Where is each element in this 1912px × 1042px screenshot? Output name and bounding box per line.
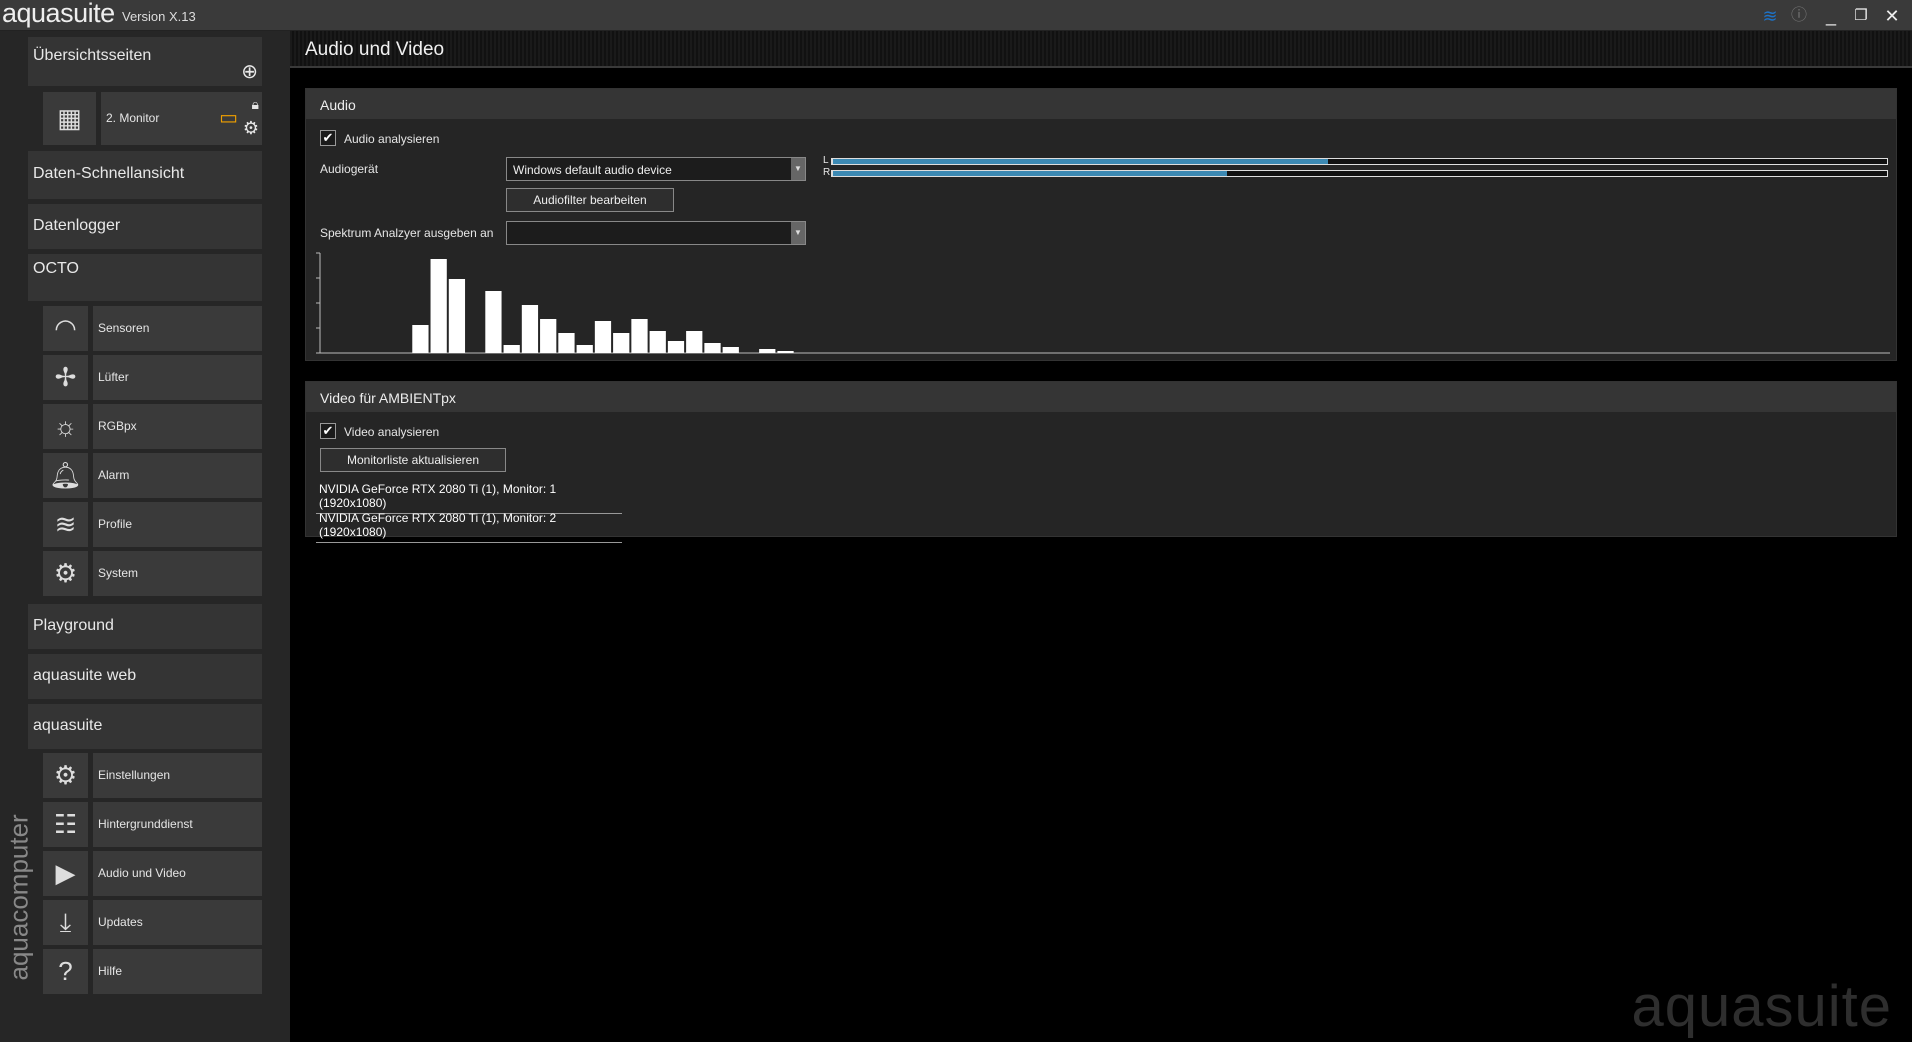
watermark: aquasuite [1631, 974, 1892, 1039]
chevron-down-icon: ▼ [791, 158, 805, 180]
sidebar-item-quick-view[interactable]: Daten-Schnellansicht [28, 151, 262, 199]
level-meter-right [831, 170, 1888, 177]
gauge-icon: ◠ [43, 306, 88, 351]
video-analyze-checkbox[interactable]: ✔ [320, 423, 336, 439]
spectrum-bar [485, 291, 502, 353]
app-name: aquasuite [2, 0, 115, 28]
info-icon[interactable]: ⓘ [1787, 4, 1811, 28]
sidebar-item-device-4[interactable]: Profile [93, 502, 262, 547]
page-header: Audio und Video [290, 31, 1912, 68]
sidebar-item-aquasuite-4[interactable]: Hilfe [93, 949, 262, 994]
level-fill-right [833, 171, 1228, 176]
spectrum-bar [576, 345, 593, 353]
audio-device-dropdown[interactable]: Windows default audio device ▼ [506, 157, 806, 181]
level-meter-left [831, 158, 1888, 165]
spectrum-output-dropdown[interactable]: ▼ [506, 221, 806, 245]
monitor-item[interactable]: NVIDIA GeForce RTX 2080 Ti (1), Monitor:… [316, 482, 622, 514]
video-analyze-label: Video analysieren [344, 425, 440, 439]
spectrum-bar [594, 321, 612, 353]
spectrum-output-label: Spektrum Analzyer ausgeben an [320, 226, 494, 240]
level-right-label: R [823, 167, 831, 178]
audio-filter-button[interactable]: Audiofilter bearbeiten [506, 188, 674, 212]
app-version: Version X.13 [122, 9, 196, 24]
spectrum-bar [521, 305, 539, 353]
spectrum-chart [316, 252, 1890, 354]
layout-icon: ▦ [43, 92, 96, 145]
film-icon: ▶ [43, 851, 88, 896]
dropdown-value: Windows default audio device [513, 163, 672, 177]
audio-device-label: Audiogerät [320, 162, 379, 176]
audio-panel-header: Audio [306, 89, 1896, 119]
spectrum-bar [686, 331, 703, 353]
sidebar-item-device-0[interactable]: Sensoren [93, 306, 262, 351]
video-panel: Video für AMBIENTpx ✔ Video analysieren … [305, 381, 1897, 543]
monitor-item[interactable]: NVIDIA GeForce RTX 2080 Ti (1), Monitor:… [316, 511, 622, 543]
page-title: Audio und Video [305, 39, 445, 60]
minimize-icon[interactable]: _ [1819, 4, 1843, 28]
sidebar-item-label: aquasuite [33, 717, 103, 734]
fan-icon: ✢ [43, 355, 88, 400]
sidebar-item-web[interactable]: aquasuite web [28, 654, 262, 699]
audio-analyze-checkbox[interactable]: ✔ [320, 130, 336, 146]
vendor-logo: aquacomputer [3, 814, 34, 981]
sidebar-item-device-1[interactable]: Lüfter [93, 355, 262, 400]
audio-analyze-label: Audio analysieren [344, 132, 440, 146]
sidebar-item-aquasuite-2[interactable]: Audio und Video [93, 851, 262, 896]
bulb-icon: ☼ [43, 404, 88, 449]
sidebar-item-label: OCTO [33, 260, 79, 277]
sidebar-item-label: Übersichtsseiten [33, 47, 152, 64]
spectrum-bar [649, 331, 666, 353]
spectrum-bar [503, 345, 520, 353]
level-fill-left [833, 159, 1329, 164]
sidebar-item-label: Playground [33, 617, 114, 634]
sidebar-item-device-2[interactable]: RGBpx [93, 404, 262, 449]
layers-icon[interactable]: ≋ [1758, 4, 1782, 28]
sidebar-item-aquasuite-1[interactable]: Hintergrunddienst [93, 802, 262, 847]
sidebar-item-aquasuite-0[interactable]: Einstellungen [93, 753, 262, 798]
help-icon: ? [43, 949, 88, 994]
restore-icon[interactable]: ❐ [1849, 4, 1873, 28]
video-panel-header: Video für AMBIENTpx [306, 382, 1896, 412]
gear-icon[interactable]: ⚙ [243, 102, 259, 155]
layers-icon: ≋ [43, 502, 88, 547]
gear-icon: ⚙ [43, 753, 88, 798]
refresh-monitors-button[interactable]: Monitorliste aktualisieren [320, 448, 506, 472]
page-label: 2. Monitor [106, 111, 160, 125]
sidebar-item-label: Datenlogger [33, 217, 121, 234]
sidebar-item-aquasuite-3[interactable]: Updates [93, 900, 262, 945]
spectrum-bar [759, 349, 776, 353]
sidebar-item-octo[interactable]: OCTO [28, 254, 262, 301]
title-bar: aquasuite Version X.13 ≋ ⓘ _ ❐ ✕ [0, 0, 1912, 31]
spectrum-bar [722, 347, 739, 353]
spectrum-bar [448, 279, 466, 353]
service-icon: ☷ [43, 802, 88, 847]
sidebar-item-aquasuite[interactable]: aquasuite [28, 704, 262, 749]
alarm-icon: 🔔︎ [43, 453, 88, 498]
spectrum-bar [558, 333, 575, 353]
sidebar-item-datalogger[interactable]: Datenlogger [28, 204, 262, 249]
spectrum-bar [613, 333, 630, 353]
spectrum-bar [631, 319, 648, 353]
spectrum-bar [540, 319, 557, 353]
level-left-label: L [823, 155, 829, 166]
gear-icon: ⚙ [43, 551, 88, 596]
chevron-down-icon: ▼ [791, 222, 805, 244]
spectrum-bar [412, 325, 429, 353]
audio-panel: Audio ✔ Audio analysieren Audiogerät Win… [305, 88, 1897, 361]
spectrum-bar [667, 341, 685, 353]
sidebar-item-playground[interactable]: Playground [28, 604, 262, 649]
sidebar-item-label: aquasuite web [33, 667, 137, 684]
spectrum-bar [430, 259, 447, 353]
sidebar-item-device-5[interactable]: System [93, 551, 262, 596]
sidebar-item-overview[interactable]: Übersichtsseiten ⊕ [28, 37, 262, 86]
sidebar-item-device-3[interactable]: Alarm [93, 453, 262, 498]
sidebar-item-label: Daten-Schnellansicht [33, 165, 185, 182]
overview-page-monitor[interactable]: 2. Monitor ▭ 🔒︎ ⚙ [101, 92, 262, 145]
monitor-icon: ▭ [219, 107, 238, 129]
spectrum-bar [704, 343, 721, 353]
close-icon[interactable]: ✕ [1880, 4, 1904, 28]
spectrum-bar [777, 351, 794, 353]
download-icon: ⤓ [43, 900, 88, 945]
